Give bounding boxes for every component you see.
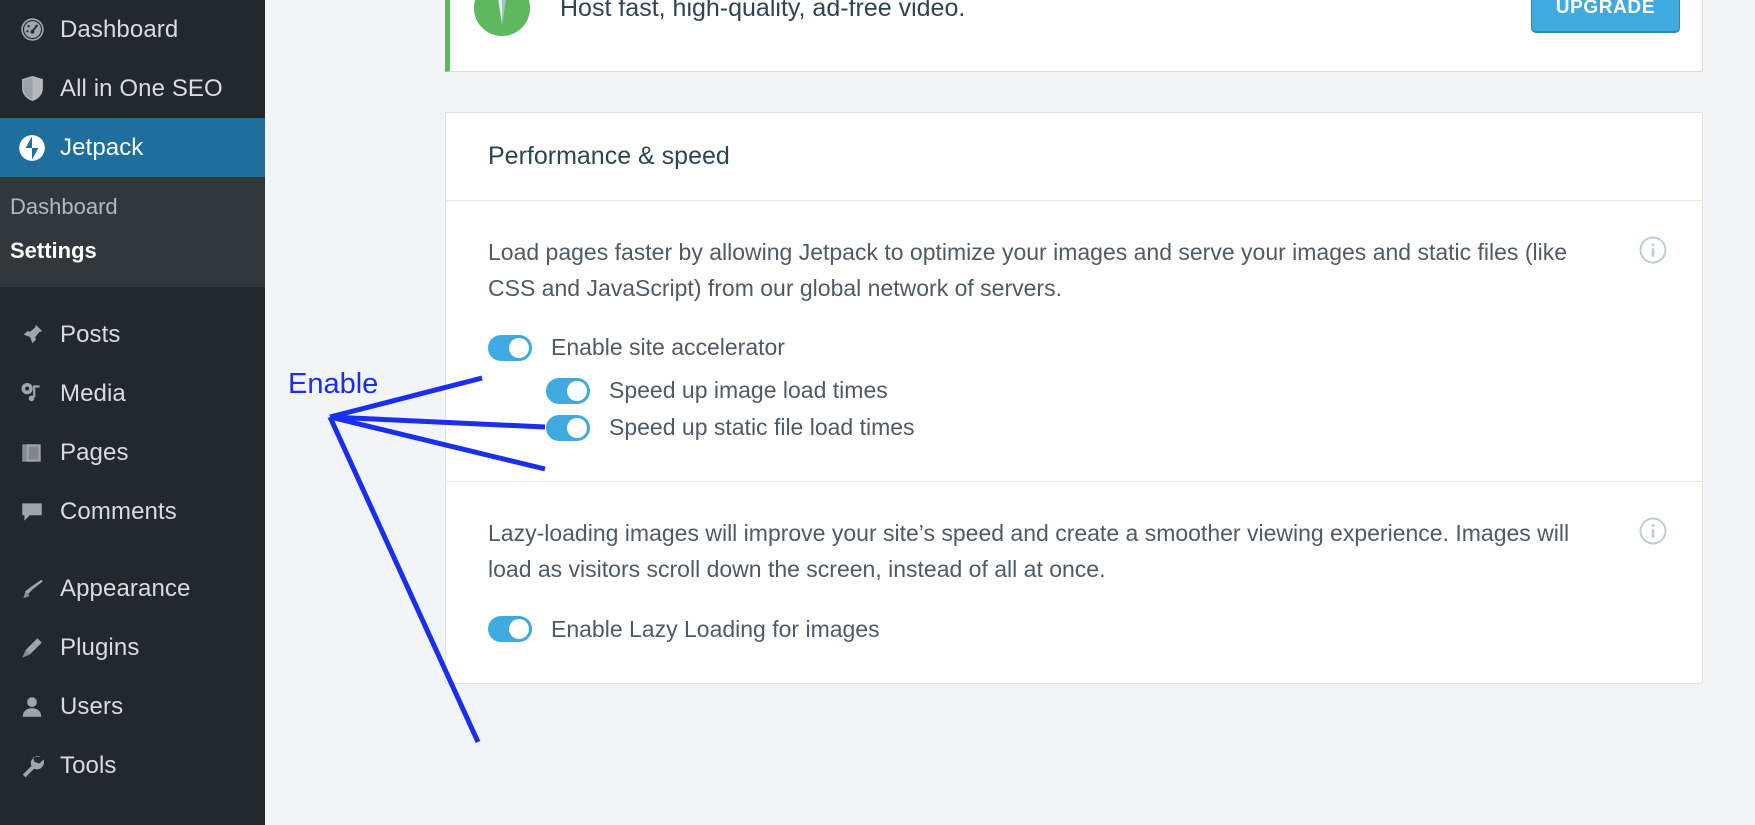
- upgrade-banner: Host fast, high-quality, ad-free video. …: [445, 0, 1703, 72]
- sidebar-item-label: Comments: [60, 497, 177, 525]
- toggle-speed-up-image-load-times[interactable]: [546, 377, 590, 404]
- toggle-row-speed-up-image-load-times[interactable]: Speed up image load times: [488, 377, 1660, 404]
- sidebar-item-label: Posts: [60, 320, 121, 348]
- main-content: Host fast, high-quality, ad-free video. …: [265, 0, 1755, 825]
- sidebar-item-comments[interactable]: Comments: [0, 482, 265, 541]
- shield-icon: [10, 75, 54, 102]
- sidebar-item-jetpack[interactable]: Jetpack: [0, 118, 265, 177]
- paintbrush-icon: [10, 576, 54, 602]
- upgrade-button[interactable]: UPGRADE: [1530, 0, 1680, 33]
- submenu-item-settings[interactable]: Settings: [0, 229, 265, 273]
- toggle-speed-up-static-file-load-times[interactable]: [546, 414, 590, 441]
- pages-icon: [10, 440, 54, 466]
- toggle-enable-site-accelerator[interactable]: [488, 334, 532, 361]
- sidebar-item-label: Pages: [60, 438, 129, 466]
- sidebar-item-label: Jetpack: [60, 133, 144, 161]
- pin-icon: [10, 322, 54, 348]
- info-icon[interactable]: [1638, 516, 1668, 546]
- toggle-row-speed-up-static-file-load-times[interactable]: Speed up static file load times: [488, 414, 1660, 441]
- info-icon[interactable]: [1638, 235, 1668, 265]
- sidebar-item-label: Users: [60, 692, 124, 720]
- sidebar-item-label: Dashboard: [60, 15, 179, 43]
- sidebar-item-plugins[interactable]: Plugins: [0, 618, 265, 677]
- jetpack-submenu: Dashboard Settings: [0, 177, 265, 287]
- jetpack-icon: [10, 134, 54, 162]
- sidebar-item-media[interactable]: Media: [0, 364, 265, 423]
- sidebar-item-label: Tools: [60, 751, 117, 779]
- screen: Dashboard All in One SEO Jetpack Dashboa…: [0, 0, 1755, 825]
- sidebar-item-label: Appearance: [60, 574, 191, 602]
- upgrade-banner-text: Host fast, high-quality, ad-free video.: [560, 0, 966, 22]
- lazy-loading-section: Lazy-loading images will improve your si…: [446, 481, 1702, 682]
- toggle-label[interactable]: Speed up static file load times: [609, 414, 915, 441]
- performance-settings-card: Performance & speed Load pages faster by…: [445, 112, 1703, 684]
- sidebar-item-tools[interactable]: Tools: [0, 736, 265, 795]
- media-icon: [10, 381, 54, 407]
- comment-icon: [10, 499, 54, 525]
- toggle-label[interactable]: Enable site accelerator: [551, 334, 785, 361]
- toggle-label[interactable]: Speed up image load times: [609, 377, 888, 404]
- site-accelerator-section: Load pages faster by allowing Jetpack to…: [446, 201, 1702, 481]
- sidebar-item-dashboard[interactable]: Dashboard: [0, 0, 265, 59]
- submenu-item-label: Dashboard: [10, 194, 118, 219]
- annotation-label: Enable: [288, 368, 379, 400]
- card-title: Performance & speed: [446, 113, 1702, 201]
- toggle-row-enable-site-accelerator[interactable]: Enable site accelerator: [488, 334, 1660, 361]
- toggle-label[interactable]: Enable Lazy Loading for images: [551, 616, 880, 643]
- sidebar-divider: [0, 287, 265, 305]
- submenu-item-label: Settings: [10, 238, 97, 263]
- sidebar-item-label: All in One SEO: [60, 74, 223, 102]
- sidebar-item-users[interactable]: Users: [0, 677, 265, 736]
- sidebar-divider-2: [0, 541, 265, 559]
- sidebar-item-label: Plugins: [60, 633, 140, 661]
- sidebar-item-posts[interactable]: Posts: [0, 305, 265, 364]
- admin-sidebar: Dashboard All in One SEO Jetpack Dashboa…: [0, 0, 265, 825]
- wrench-icon: [10, 753, 54, 779]
- sidebar-item-appearance[interactable]: Appearance: [0, 559, 265, 618]
- section-description: Lazy-loading images will improve your si…: [488, 520, 1570, 582]
- submenu-item-dashboard[interactable]: Dashboard: [0, 185, 265, 229]
- dashboard-icon: [10, 16, 54, 43]
- sidebar-item-pages[interactable]: Pages: [0, 423, 265, 482]
- toggle-enable-lazy-loading-for-images[interactable]: [488, 616, 532, 643]
- toggle-row-enable-lazy-loading[interactable]: Enable Lazy Loading for images: [488, 616, 1660, 643]
- sidebar-item-all-in-one-seo[interactable]: All in One SEO: [0, 59, 265, 118]
- sidebar-item-label: Media: [60, 379, 126, 407]
- section-description: Load pages faster by allowing Jetpack to…: [488, 239, 1567, 301]
- video-pencil-icon: [474, 0, 530, 36]
- plug-icon: [10, 635, 54, 661]
- user-icon: [10, 694, 54, 720]
